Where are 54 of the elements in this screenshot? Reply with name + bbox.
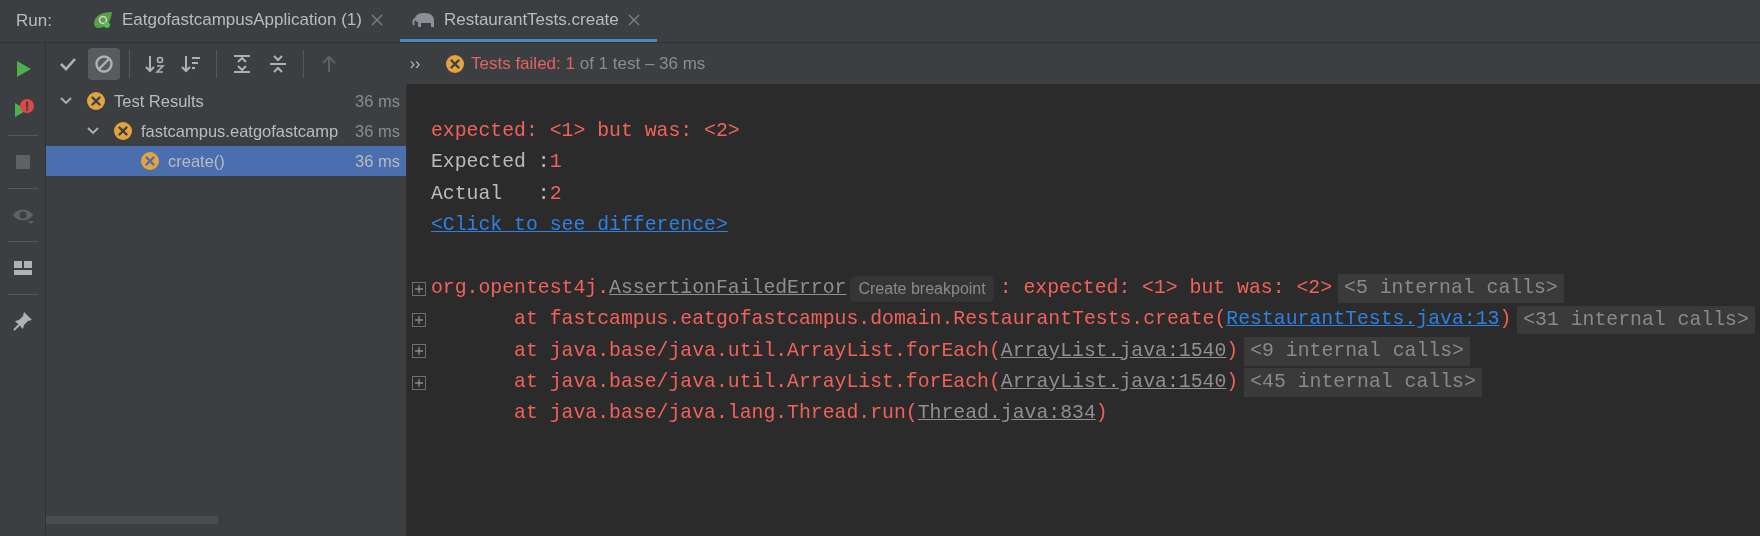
error-icon (140, 151, 160, 171)
collapse-icon (267, 52, 289, 75)
tree-item[interactable]: Test Results 36 ms (46, 86, 406, 116)
console-text: Actual : (431, 181, 550, 207)
error-text: 2 (549, 181, 562, 207)
source-link[interactable]: AssertionFailedError (609, 273, 847, 304)
tree-item[interactable]: create() 36 ms (46, 146, 406, 176)
console-text: Expected : (431, 150, 550, 176)
error-text: at fastcampus.eatgofastcampus.domain.RestaurantTests.create( (514, 307, 1227, 333)
error-icon (113, 121, 133, 141)
folded-calls[interactable]: <9 internal calls> (1244, 337, 1470, 366)
duration-label: 36 ms (354, 120, 400, 142)
duration-label: 36 ms (354, 90, 400, 112)
error-text: at java.base/java.util.ArrayList.forEach( (514, 338, 1001, 364)
breakpoint-hint: Create breakpoint (850, 275, 994, 302)
error-icon (445, 53, 465, 74)
error-text: ) (1095, 401, 1108, 427)
error-text: : expected: <1> but was: <2> (999, 275, 1333, 301)
source-link[interactable]: ArrayList.java:1540 (1000, 336, 1227, 367)
leaf-icon (91, 9, 114, 30)
pin-icon (11, 310, 34, 332)
prohibited-icon (93, 52, 115, 75)
show-ignored-button[interactable] (88, 47, 120, 80)
source-link[interactable]: ArrayList.java:1540 (1000, 367, 1227, 398)
more-button[interactable]: ›› (399, 47, 431, 80)
tree-item[interactable]: fastcampus.eatgofastcamp 36 ms (46, 116, 406, 146)
error-text: org.opentest4j. (431, 275, 610, 301)
expand-icon[interactable] (412, 281, 426, 296)
error-text: ) (1226, 369, 1239, 395)
source-link[interactable]: RestaurantTests.java:13 (1226, 305, 1500, 335)
scrollbar[interactable] (46, 516, 218, 524)
run-label: Run: (16, 10, 52, 33)
expand-icon[interactable] (412, 375, 426, 390)
status-text: Tests failed: 1 of 1 test – 36 ms (471, 52, 706, 75)
error-text: ) (1499, 307, 1512, 333)
folded-calls[interactable]: <31 internal calls> (1517, 305, 1755, 335)
folded-calls[interactable]: <45 internal calls> (1244, 368, 1482, 398)
error-text: ) (1226, 338, 1239, 364)
duration-label: 36 ms (354, 150, 400, 172)
expand-icon (231, 52, 253, 75)
difference-link[interactable]: <Click to see difference> (431, 211, 728, 241)
error-text: 1 (549, 150, 562, 176)
error-text: expected: <1> but was: <2> (431, 118, 740, 144)
error-icon (86, 91, 106, 111)
elephant-icon (411, 10, 436, 29)
expand-icon[interactable] (412, 344, 426, 359)
error-text: at java.base/java.lang.Thread.run( (514, 401, 918, 427)
expand-icon[interactable] (412, 313, 426, 328)
source-link[interactable]: Thread.java:834 (917, 399, 1096, 430)
tab[interactable]: EatgofastcampusApplication (1) (79, 0, 400, 42)
folded-calls[interactable]: <5 internal calls> (1338, 274, 1564, 303)
close-icon[interactable] (626, 12, 641, 27)
error-text: at java.base/java.util.ArrayList.forEach( (514, 369, 1001, 395)
close-icon[interactable] (369, 12, 384, 27)
